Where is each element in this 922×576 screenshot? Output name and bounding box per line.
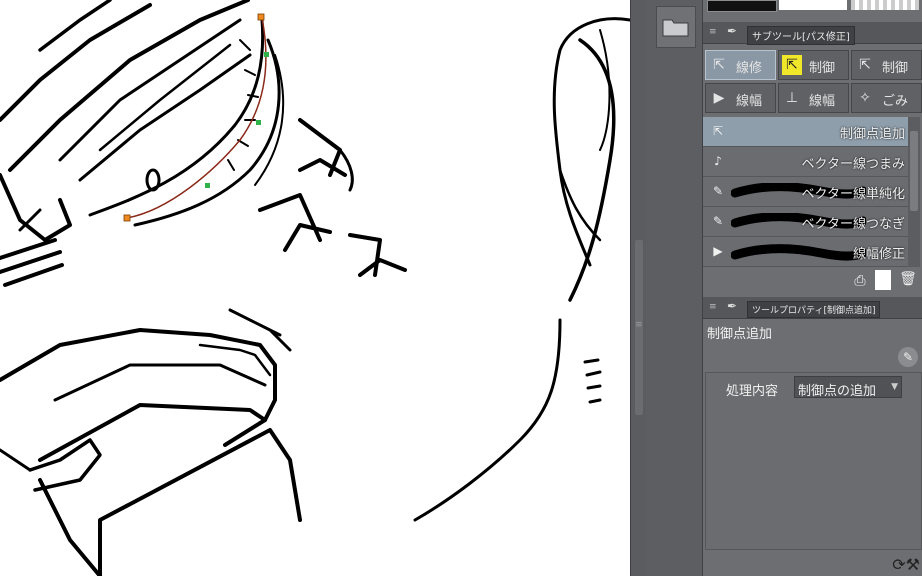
subtool-item-line-width-fix[interactable]: ▶ 線幅修正 [703,237,908,267]
wrench-icon[interactable]: ✎ [898,347,918,367]
group-button-control-2[interactable]: ⇱ 制御 [851,50,922,80]
left-dock [646,0,703,576]
group-button-dust[interactable]: ✧ ごみ [851,83,922,113]
process-select[interactable]: 制御点の追加 ▼ [794,376,902,399]
tool-property-title: ツールプロパティ[制御点追加] [747,301,881,318]
wrench-icon[interactable]: ⚒ [906,555,920,574]
group-button-label: 線幅 [809,94,836,109]
subtool-item-label: 線幅修正 [852,247,905,262]
stroke-preview [731,244,866,261]
folder-icon[interactable] [656,6,696,48]
main-color-swatch[interactable] [707,0,777,12]
subtool-list-scrollbar[interactable] [908,117,920,267]
drawing-canvas[interactable] [0,0,630,576]
chevron-down-icon: ▼ [891,382,898,392]
pen-nib-icon: ✒ [727,24,738,38]
line-art [0,0,630,576]
subtool-panel-title: サブツール[パス修正] [747,26,855,45]
group-button-label: 制御 [809,61,836,76]
group-button-label: 制御 [882,61,909,76]
group-button-line-width-2[interactable]: ⊥ 線幅 [778,83,849,113]
process-select-value: 制御点の追加 [798,384,877,399]
trash-icon[interactable]: 🗑 [899,270,917,288]
subtool-item-label: ベクター線単純化 [801,187,905,202]
right-panel: ≡ ✒ サブツール[パス修正] ⇱ 線修 ⇱ 制御 ⇱ 制御 ▶ 線幅 ⊥ 線幅… [703,0,922,576]
edited-vector-path[interactable] [123,13,269,222]
line-width-icon: ⊥ [785,90,799,106]
process-label: 処理内容 [726,384,779,399]
group-button-control-1[interactable]: ⇱ 制御 [778,50,849,80]
pinch-icon: ♪ [714,154,722,168]
refresh-icon[interactable]: ⟳ [892,555,905,574]
scrollbar-thumb[interactable] [910,131,918,211]
group-button-line-width-1[interactable]: ▶ 線幅 [705,83,776,113]
tool-property-box: 処理内容 制御点の追加 ▼ [705,372,922,550]
panel-menu-icon[interactable]: ≡ [709,302,719,312]
panel-menu-icon[interactable]: ≡ [709,27,719,37]
subtool-item-label: ベクター線つまみ [801,157,905,172]
transparent-swatch[interactable] [851,0,919,10]
control-point-icon: ⇱ [859,57,871,73]
line-edit-icon: ⇱ [713,57,725,73]
splitter-grip-icon[interactable]: ≡ [635,320,643,330]
subtool-item-label: 制御点追加 [839,127,905,142]
control-point-icon: ⇱ [782,55,802,75]
subtool-item-add-control-point[interactable]: ⇱ 制御点追加 [703,117,908,147]
brush-icon: ✎ [712,214,724,228]
subtool-item-vector-simplify[interactable]: ✎ ベクター線単純化 [703,177,908,207]
group-button-label: 線修 [736,61,763,76]
width-icon: ▶ [713,244,723,258]
line-width-icon: ▶ [713,90,725,106]
sub-color-swatch[interactable] [779,0,847,10]
group-button-line-edit[interactable]: ⇱ 線修 [705,50,776,80]
bottom-tool-icons[interactable]: ⟳⚒ [892,555,920,574]
dust-icon: ✧ [859,90,871,106]
tool-settings-icon[interactable]: ⎙ [851,272,869,290]
tool-property-area: 制御点追加 ✎ [703,320,922,370]
tool-property-header: ≡ ✒ ツールプロパティ[制御点追加] [703,297,922,319]
brush-icon: ✎ [712,184,724,198]
pen-gear-icon: ✒ [727,299,738,313]
subtool-panel-header: ≡ ✒ サブツール[パス修正] [703,22,922,45]
subtool-list: ⇱ 制御点追加 ♪ ベクター線つまみ ✎ ベクター線単純化 ✎ ベクター線つなぎ… [703,117,908,267]
subtool-item-vector-connect[interactable]: ✎ ベクター線つなぎ [703,207,908,237]
arrow-icon: ⇱ [712,124,724,138]
tool-property-name: 制御点追加 [707,327,773,342]
subtool-item-vector-pinch[interactable]: ♪ ベクター線つまみ [703,147,908,177]
panel-splitter[interactable]: ≡ [630,0,647,576]
subtool-item-label: ベクター線つなぎ [801,217,905,232]
group-button-label: 線幅 [736,94,763,109]
new-sheet-icon[interactable] [875,270,891,290]
group-button-label: ごみ [882,94,909,109]
